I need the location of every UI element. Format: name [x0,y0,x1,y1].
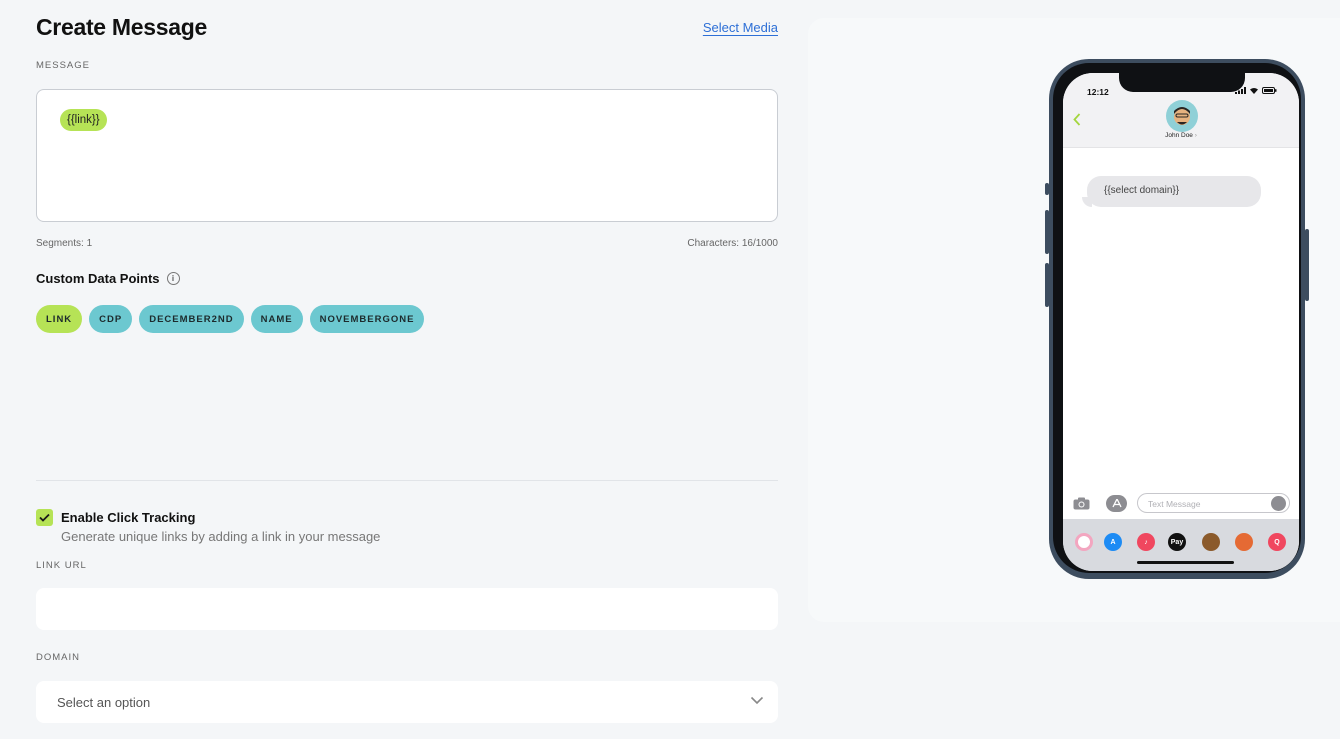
battery-icon [1262,87,1277,94]
memoji-avatar-icon [1174,107,1190,125]
segments-count: Segments: 1 [36,238,93,249]
camera-icon[interactable] [1073,497,1090,510]
select-media-link[interactable]: Select Media [703,20,778,35]
message-bubble: {{select domain}} [1087,176,1261,207]
domain-select-value: Select an option [57,694,151,710]
contact-name: John Doe › [1063,132,1299,139]
click-tracking-title: Enable Click Tracking [61,510,196,525]
phone-preview: 12:12 John Doe › {{select domain}} Text … [1045,59,1309,579]
cdp-chip-december2nd[interactable]: DECEMBER2ND [139,305,244,333]
compose-bar: Text Message [1063,491,1299,519]
cdp-chip-name[interactable]: NAME [250,305,303,333]
message-form: Create Message Select Media MESSAGE {{li… [36,0,778,739]
mute-switch [1045,183,1049,195]
chevron-down-icon [750,696,764,705]
message-link-token: {{link}} [60,109,107,131]
app-store-tray-icon[interactable]: A [1104,533,1122,551]
home-indicator [1137,561,1234,564]
click-tracking-description: Generate unique links by adding a link i… [61,529,381,544]
domain-select[interactable]: Select an option [36,681,778,723]
wifi-icon [1250,88,1258,94]
animoji-icon[interactable] [1235,533,1253,551]
page-title: Create Message [36,14,207,40]
volume-up-button [1045,210,1049,254]
power-button [1305,229,1309,301]
volume-down-button [1045,263,1049,307]
phone-bezel: 12:12 John Doe › {{select domain}} Text … [1053,63,1301,573]
signal-icon [1235,87,1246,94]
music-icon[interactable]: ♪ [1137,533,1155,551]
chevron-right-icon: › [1194,132,1197,139]
info-icon[interactable]: i [166,272,180,285]
domain-label: DOMAIN [36,652,80,663]
app-store-glyph-icon [1111,499,1122,508]
app-store-icon[interactable] [1106,495,1127,512]
photos-icon[interactable] [1075,533,1093,551]
custom-data-points-title: Custom Data Points i [36,271,180,286]
imessage-input-placeholder: Text Message [1148,499,1201,509]
avatar [1166,100,1198,132]
status-time: 12:12 [1087,87,1109,97]
phone-notch [1119,73,1245,92]
memoji-icon[interactable] [1202,533,1220,551]
custom-data-points-label: Custom Data Points [36,271,160,286]
characters-count: Characters: 16/1000 [687,238,778,249]
cdp-chip-cdp[interactable]: CDP [89,305,133,333]
link-url-label: LINK URL [36,560,87,571]
back-chevron-icon[interactable] [1073,113,1081,126]
message-textarea[interactable]: {{link}} [36,89,778,222]
link-url-input[interactable] [36,588,778,630]
cdp-chip-list: LINK CDP DECEMBER2ND NAME NOVEMBERGONE [36,305,425,333]
phone-screen: 12:12 John Doe › {{select domain}} Text … [1063,73,1299,571]
check-icon [39,513,50,522]
status-icons [1235,87,1277,94]
cdp-chip-link[interactable]: LINK [36,305,83,333]
cdp-chip-novembergone[interactable]: NOVEMBERGONE [309,305,425,333]
contact-name-text: John Doe [1165,132,1193,139]
apple-pay-icon[interactable]: Pay [1168,533,1186,551]
message-label: MESSAGE [36,60,90,71]
section-divider [36,480,778,481]
audio-waveform-icon[interactable] [1271,496,1286,511]
imessage-input[interactable]: Text Message [1137,493,1290,513]
search-images-icon[interactable]: Q [1268,533,1286,551]
click-tracking-checkbox[interactable] [36,509,53,526]
